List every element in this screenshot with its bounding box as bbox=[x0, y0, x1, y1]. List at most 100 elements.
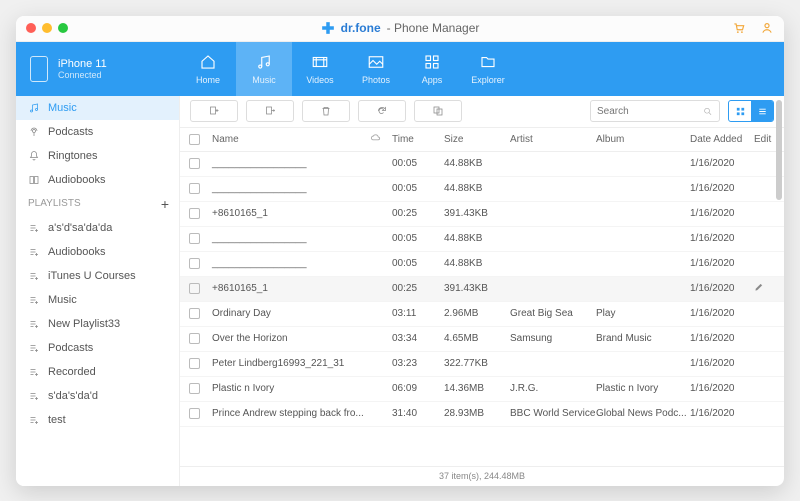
playlist-item[interactable]: New Playlist33 bbox=[16, 312, 179, 336]
view-toggle[interactable] bbox=[728, 100, 774, 122]
playlist-item[interactable]: iTunes U Courses bbox=[16, 264, 179, 288]
grid-view[interactable] bbox=[729, 101, 751, 121]
titlebar-actions bbox=[732, 21, 774, 35]
row-checkbox[interactable] bbox=[189, 208, 200, 219]
playlist-item[interactable]: a's'd'sa'da'da bbox=[16, 216, 179, 240]
cell-time: 00:05 bbox=[392, 233, 444, 244]
subtitle: - Phone Manager bbox=[387, 21, 480, 35]
nav-explorer[interactable]: Explorer bbox=[460, 42, 516, 96]
search-input[interactable] bbox=[597, 106, 699, 117]
table-row[interactable]: Over the Horizon03:344.65MBSamsungBrand … bbox=[180, 327, 784, 352]
table-row[interactable]: Prince Andrew stepping back fro...31:402… bbox=[180, 402, 784, 427]
row-checkbox[interactable] bbox=[189, 408, 200, 419]
minimize-window[interactable] bbox=[42, 23, 52, 33]
row-checkbox[interactable] bbox=[189, 358, 200, 369]
table-row[interactable]: Peter Lindberg16993_221_3103:23322.77KB1… bbox=[180, 352, 784, 377]
row-checkbox[interactable] bbox=[189, 383, 200, 394]
cell-time: 00:05 bbox=[392, 183, 444, 194]
col-album[interactable]: Album bbox=[596, 134, 690, 145]
table-body: _________________00:0544.88KB1/16/2020__… bbox=[180, 152, 784, 466]
cell-size: 44.88KB bbox=[444, 183, 510, 194]
select-all[interactable] bbox=[180, 134, 208, 145]
col-cloud[interactable] bbox=[370, 132, 392, 146]
col-size[interactable]: Size bbox=[444, 134, 510, 145]
table-row[interactable]: Ordinary Day03:112.96MBGreat Big SeaPlay… bbox=[180, 302, 784, 327]
sidebar-item-label: Music bbox=[48, 102, 77, 114]
col-artist[interactable]: Artist bbox=[510, 134, 596, 145]
cell-time: 00:25 bbox=[392, 208, 444, 219]
cell-date: 1/16/2020 bbox=[690, 233, 754, 244]
row-checkbox[interactable] bbox=[189, 308, 200, 319]
nav-apps[interactable]: Apps bbox=[404, 42, 460, 96]
sidebar-audiobooks[interactable]: Audiobooks bbox=[16, 168, 179, 192]
sidebar-podcasts[interactable]: Podcasts bbox=[16, 120, 179, 144]
playlist-item[interactable]: Music bbox=[16, 288, 179, 312]
edit-icon[interactable] bbox=[754, 282, 764, 292]
row-checkbox[interactable] bbox=[189, 183, 200, 194]
table-row[interactable]: _________________00:0544.88KB1/16/2020 bbox=[180, 152, 784, 177]
user-icon[interactable] bbox=[760, 21, 774, 35]
cell-date: 1/16/2020 bbox=[690, 258, 754, 269]
cell-name: _________________ bbox=[208, 183, 370, 194]
row-checkbox[interactable] bbox=[189, 333, 200, 344]
delete-button[interactable] bbox=[302, 100, 350, 122]
table-row[interactable]: _________________00:0544.88KB1/16/2020 bbox=[180, 227, 784, 252]
cell-date: 1/16/2020 bbox=[690, 333, 754, 344]
phone-icon bbox=[30, 56, 48, 82]
nav-items: Home Music Videos Photos Apps Explorer bbox=[180, 42, 516, 96]
playlist-item[interactable]: s'da's'da'd bbox=[16, 384, 179, 408]
table-row[interactable]: _________________ 00:0544.88KB 1/16/2020 bbox=[180, 177, 784, 202]
playlist-item[interactable]: Recorded bbox=[16, 360, 179, 384]
table-row[interactable]: +8610165_100:25391.43KB1/16/2020 bbox=[180, 202, 784, 227]
cell-name: Over the Horizon bbox=[208, 333, 370, 344]
cart-icon[interactable] bbox=[732, 21, 746, 35]
export-button[interactable] bbox=[246, 100, 294, 122]
add-button[interactable] bbox=[190, 100, 238, 122]
col-date[interactable]: Date Added bbox=[690, 134, 754, 145]
cell-date: 1/16/2020 bbox=[690, 158, 754, 169]
app-logo-icon bbox=[321, 21, 335, 35]
status-bar: 37 item(s), 244.48MB bbox=[180, 466, 784, 486]
row-checkbox[interactable] bbox=[189, 283, 200, 294]
add-playlist-button[interactable]: + bbox=[161, 196, 169, 212]
cell-name: +8610165_1 bbox=[208, 208, 370, 219]
search-box[interactable] bbox=[590, 100, 720, 122]
app-window: dr.fone - Phone Manager iPhone 11 Connec… bbox=[16, 16, 784, 486]
nav-photos[interactable]: Photos bbox=[348, 42, 404, 96]
cell-date: 1/16/2020 bbox=[690, 283, 754, 294]
window-controls bbox=[26, 23, 68, 33]
device-info[interactable]: iPhone 11 Connected bbox=[16, 42, 180, 96]
playlist-item[interactable]: Audiobooks bbox=[16, 240, 179, 264]
dedup-button[interactable] bbox=[414, 100, 462, 122]
refresh-button[interactable] bbox=[358, 100, 406, 122]
table-row[interactable]: _________________00:0544.88KB1/16/2020 bbox=[180, 252, 784, 277]
cell-size: 322.77KB bbox=[444, 358, 510, 369]
cell-date: 1/16/2020 bbox=[690, 183, 754, 194]
close-window[interactable] bbox=[26, 23, 36, 33]
sidebar-music[interactable]: Music bbox=[16, 96, 179, 120]
row-checkbox[interactable] bbox=[189, 258, 200, 269]
cell-album: Global News Podc... bbox=[596, 408, 690, 419]
playlist-item[interactable]: test bbox=[16, 408, 179, 432]
table-row[interactable]: +8610165_100:25391.43KB1/16/2020 bbox=[180, 277, 784, 302]
col-name[interactable]: Name bbox=[208, 134, 370, 145]
col-time[interactable]: Time bbox=[392, 134, 444, 145]
nav-videos[interactable]: Videos bbox=[292, 42, 348, 96]
row-checkbox[interactable] bbox=[189, 158, 200, 169]
nav-home[interactable]: Home bbox=[180, 42, 236, 96]
nav-music[interactable]: Music bbox=[236, 42, 292, 96]
cell-size: 4.65MB bbox=[444, 333, 510, 344]
cell-time: 06:09 bbox=[392, 383, 444, 394]
cell-time: 03:11 bbox=[392, 308, 444, 319]
scrollbar[interactable] bbox=[776, 100, 782, 200]
maximize-window[interactable] bbox=[58, 23, 68, 33]
list-view[interactable] bbox=[751, 101, 773, 121]
cell-size: 14.36MB bbox=[444, 383, 510, 394]
cell-album: Play bbox=[596, 308, 690, 319]
table-row[interactable]: Plastic n Ivory06:0914.36MBJ.R.G.Plastic… bbox=[180, 377, 784, 402]
device-text: iPhone 11 Connected bbox=[58, 58, 107, 80]
playlist-item[interactable]: Podcasts bbox=[16, 336, 179, 360]
titlebar: dr.fone - Phone Manager bbox=[16, 16, 784, 42]
sidebar-ringtones[interactable]: Ringtones bbox=[16, 144, 179, 168]
row-checkbox[interactable] bbox=[189, 233, 200, 244]
